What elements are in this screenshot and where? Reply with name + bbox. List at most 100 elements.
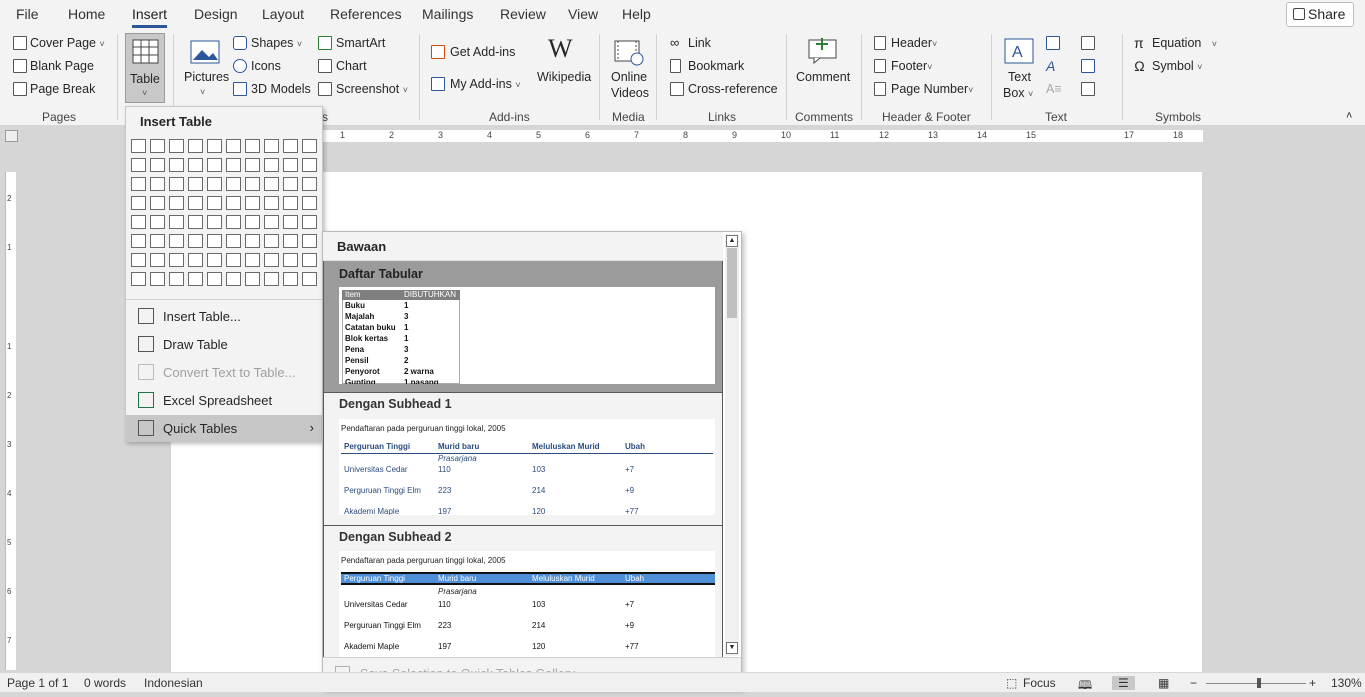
wordart-icon[interactable]: A bbox=[1046, 58, 1055, 74]
pictures-button[interactable]: Pictures bbox=[184, 70, 229, 84]
grid-cell[interactable] bbox=[302, 253, 317, 267]
object-icon[interactable] bbox=[1081, 82, 1095, 96]
grid-cell[interactable] bbox=[131, 215, 146, 229]
grid-cell[interactable] bbox=[302, 158, 317, 172]
grid-cell[interactable] bbox=[150, 215, 165, 229]
grid-cell[interactable] bbox=[302, 177, 317, 191]
grid-cell[interactable] bbox=[207, 196, 222, 210]
grid-cell[interactable] bbox=[150, 158, 165, 172]
gallery-item-with-subheads-2[interactable]: Dengan Subhead 2 Pendaftaran pada pergur… bbox=[324, 526, 722, 657]
focus-icon[interactable]: ⬚ bbox=[1006, 676, 1017, 690]
page-break-button[interactable]: Page Break bbox=[30, 82, 95, 96]
get-addins-button[interactable]: Get Add-ins bbox=[450, 45, 515, 59]
grid-cell[interactable] bbox=[302, 196, 317, 210]
tab-selector[interactable] bbox=[5, 130, 18, 142]
grid-cell[interactable] bbox=[283, 196, 298, 210]
grid-cell[interactable] bbox=[264, 196, 279, 210]
grid-cell[interactable] bbox=[302, 139, 317, 153]
symbol-button[interactable]: Symbol ˅ bbox=[1152, 59, 1202, 73]
grid-cell[interactable] bbox=[207, 253, 222, 267]
shapes-button[interactable]: Shapes ˅ bbox=[251, 36, 302, 50]
grid-cell[interactable] bbox=[150, 177, 165, 191]
text-box-button[interactable]: Text bbox=[1008, 70, 1031, 84]
grid-cell[interactable] bbox=[131, 158, 146, 172]
footer-button[interactable]: Footer˅ bbox=[891, 59, 932, 73]
grid-cell[interactable] bbox=[207, 215, 222, 229]
page-count[interactable]: Page 1 of 1 bbox=[7, 676, 68, 690]
grid-cell[interactable] bbox=[302, 272, 317, 286]
grid-cell[interactable] bbox=[188, 139, 203, 153]
zoom-level[interactable]: 130% bbox=[1331, 676, 1362, 690]
tab-file[interactable]: File bbox=[16, 6, 39, 22]
grid-cell[interactable] bbox=[131, 196, 146, 210]
grid-cell[interactable] bbox=[283, 234, 298, 248]
grid-cell[interactable] bbox=[131, 272, 146, 286]
word-count[interactable]: 0 words bbox=[84, 676, 126, 690]
grid-cell[interactable] bbox=[245, 234, 260, 248]
share-button[interactable]: Share bbox=[1286, 2, 1354, 27]
cover-page-button[interactable]: Cover Page ˅ bbox=[30, 36, 105, 50]
grid-cell[interactable] bbox=[226, 272, 241, 286]
tab-home[interactable]: Home bbox=[68, 6, 105, 22]
gallery-item-with-subheads-1[interactable]: Dengan Subhead 1 Pendaftaran pada pergur… bbox=[324, 393, 722, 525]
focus-button[interactable]: Focus bbox=[1023, 676, 1056, 690]
grid-cell[interactable] bbox=[188, 253, 203, 267]
grid-cell[interactable] bbox=[188, 177, 203, 191]
grid-cell[interactable] bbox=[169, 215, 184, 229]
grid-cell[interactable] bbox=[226, 158, 241, 172]
wikipedia-button[interactable]: Wikipedia bbox=[537, 70, 591, 84]
grid-cell[interactable] bbox=[264, 139, 279, 153]
insert-table-item[interactable]: Insert Table... bbox=[126, 303, 322, 330]
cross-reference-button[interactable]: Cross-reference bbox=[688, 82, 778, 96]
tab-mailings[interactable]: Mailings bbox=[422, 6, 473, 22]
date-time-icon[interactable] bbox=[1081, 59, 1095, 73]
3d-models-button[interactable]: 3D Models bbox=[251, 82, 311, 96]
grid-cell[interactable] bbox=[283, 177, 298, 191]
tab-layout[interactable]: Layout bbox=[262, 6, 304, 22]
grid-cell[interactable] bbox=[264, 234, 279, 248]
quick-parts-icon[interactable] bbox=[1046, 36, 1060, 50]
horizontal-ruler[interactable]: 1 2 3 4 5 6 7 8 9 10 11 12 13 14 15 17 18 bbox=[321, 130, 1203, 142]
grid-cell[interactable] bbox=[245, 215, 260, 229]
grid-cell[interactable] bbox=[283, 139, 298, 153]
grid-cell[interactable] bbox=[264, 177, 279, 191]
grid-cell[interactable] bbox=[169, 139, 184, 153]
icons-button[interactable]: Icons bbox=[251, 59, 281, 73]
tab-review[interactable]: Review bbox=[500, 6, 546, 22]
tab-help[interactable]: Help bbox=[622, 6, 651, 22]
bookmark-button[interactable]: Bookmark bbox=[688, 59, 744, 73]
grid-cell[interactable] bbox=[169, 196, 184, 210]
grid-cell[interactable] bbox=[131, 253, 146, 267]
vertical-ruler[interactable]: 2 1 1 2 3 4 5 6 7 bbox=[5, 172, 16, 670]
tab-design[interactable]: Design bbox=[194, 6, 238, 22]
grid-cell[interactable] bbox=[264, 158, 279, 172]
excel-spreadsheet-item[interactable]: Excel Spreadsheet bbox=[126, 387, 322, 414]
collapse-ribbon-icon[interactable]: ˄ bbox=[1346, 110, 1352, 122]
grid-cell[interactable] bbox=[207, 234, 222, 248]
grid-cell[interactable] bbox=[245, 196, 260, 210]
grid-cell[interactable] bbox=[150, 234, 165, 248]
grid-cell[interactable] bbox=[207, 139, 222, 153]
grid-cell[interactable] bbox=[207, 177, 222, 191]
grid-cell[interactable] bbox=[150, 272, 165, 286]
smartart-button[interactable]: SmartArt bbox=[336, 36, 385, 50]
grid-cell[interactable] bbox=[188, 158, 203, 172]
gallery-scrollbar[interactable]: ▲ ▼ bbox=[725, 234, 739, 656]
scroll-down-icon[interactable]: ▼ bbox=[726, 642, 738, 654]
scroll-up-icon[interactable]: ▲ bbox=[726, 235, 738, 247]
grid-cell[interactable] bbox=[226, 234, 241, 248]
grid-cell[interactable] bbox=[169, 272, 184, 286]
scroll-thumb[interactable] bbox=[727, 248, 737, 318]
blank-page-button[interactable]: Blank Page bbox=[30, 59, 94, 73]
zoom-thumb[interactable] bbox=[1257, 678, 1261, 688]
print-layout-icon[interactable]: ☰ bbox=[1112, 676, 1135, 690]
grid-cell[interactable] bbox=[245, 158, 260, 172]
grid-cell[interactable] bbox=[188, 215, 203, 229]
chart-button[interactable]: Chart bbox=[336, 59, 367, 73]
grid-cell[interactable] bbox=[283, 253, 298, 267]
grid-cell[interactable] bbox=[226, 139, 241, 153]
signature-line-icon[interactable] bbox=[1081, 36, 1095, 50]
grid-cell[interactable] bbox=[245, 139, 260, 153]
grid-cell[interactable] bbox=[131, 234, 146, 248]
grid-cell[interactable] bbox=[302, 234, 317, 248]
